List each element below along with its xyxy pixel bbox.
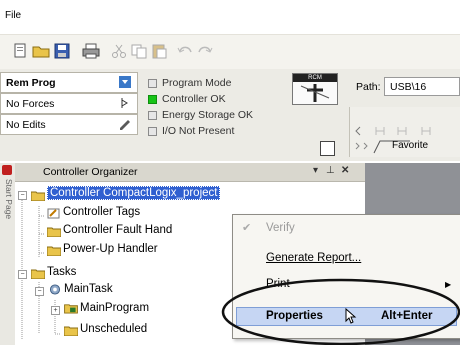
redo-icon[interactable]	[196, 43, 214, 59]
tags-icon	[47, 208, 60, 219]
menu-bar: File	[0, 0, 460, 34]
folder-icon	[31, 269, 45, 279]
tree-main-task[interactable]: MainTask	[48, 283, 113, 295]
expand-toggle[interactable]: −	[35, 287, 44, 296]
tree-controller-tags[interactable]: Controller Tags	[47, 206, 141, 219]
controller-icon[interactable]	[320, 141, 335, 156]
tree-label: MainProgram	[80, 302, 150, 314]
key-icon	[300, 84, 330, 102]
folder-icon	[47, 246, 61, 256]
menu-item-properties[interactable]: Properties	[266, 310, 323, 322]
folder-icon	[31, 191, 45, 201]
folder-icon	[47, 227, 61, 237]
controller-status-panel: Rem Prog No Forces No Edits Program Mode…	[0, 69, 460, 161]
mode-box[interactable]: Rem Prog	[0, 72, 138, 93]
tree-power-up-handler[interactable]: Power-Up Handler	[47, 243, 158, 256]
open-folder-icon[interactable]	[32, 43, 50, 59]
undo-icon[interactable]	[176, 43, 194, 59]
properties-shortcut: Alt+Enter	[381, 310, 433, 322]
task-gear-icon	[49, 284, 61, 295]
organizer-title-bar: Controller Organizer ▾ ⊥ ✕	[15, 163, 365, 182]
organizer-title: Controller Organizer	[43, 166, 138, 178]
verify-icon: ✔	[242, 222, 252, 234]
start-page-label: Start Page	[4, 179, 14, 220]
tree-label: Tasks	[47, 266, 77, 278]
dropdown-icon[interactable]: ▾	[313, 165, 318, 176]
paste-icon[interactable]	[150, 43, 168, 59]
indicator-label: Energy Storage OK	[162, 109, 254, 121]
start-page-icon	[2, 165, 12, 175]
close-icon[interactable]: ✕	[341, 165, 349, 176]
tree-label: Unscheduled	[80, 323, 148, 335]
path-label: Path:	[356, 81, 381, 93]
new-file-icon[interactable]	[11, 43, 29, 59]
mouse-cursor-icon	[345, 307, 357, 324]
tree-controller-fault-handler[interactable]: Controller Fault Hand	[47, 224, 173, 237]
menu-item-generate-report[interactable]: Generate Report...	[266, 252, 361, 264]
keyswitch[interactable]: RCM	[292, 73, 338, 105]
toolbar	[0, 34, 460, 70]
expand-toggle[interactable]: +	[51, 306, 60, 315]
copy-icon[interactable]	[130, 43, 148, 59]
menu-item-verify[interactable]: Verify	[266, 222, 295, 234]
indicator-label: Program Mode	[162, 77, 232, 89]
edits-box[interactable]: No Edits	[0, 114, 138, 135]
program-folder-icon	[64, 304, 78, 314]
forces-arrow-icon[interactable]	[119, 97, 131, 109]
expand-toggle[interactable]: −	[18, 270, 27, 279]
tree-label: Controller Tags	[63, 206, 141, 218]
tree-label: MainTask	[64, 283, 113, 295]
pin-icon[interactable]: ⊥	[326, 165, 335, 176]
indicator-label: I/O Not Present	[162, 125, 235, 137]
forces-box[interactable]: No Forces	[0, 93, 138, 114]
path-field[interactable]: USB\16	[384, 77, 460, 96]
indicator-label: Controller OK	[162, 93, 226, 105]
favorites-tab[interactable]: Favorite	[392, 140, 428, 151]
tree-label: Power-Up Handler	[63, 243, 158, 255]
submenu-arrow-icon: ▶	[445, 280, 452, 289]
menu-file[interactable]: File	[5, 10, 21, 21]
tree-main-program[interactable]: MainProgram	[64, 302, 149, 314]
keyswitch-label: RCM	[293, 74, 337, 82]
tree-controller[interactable]: Controller CompactLogix_project	[31, 186, 221, 201]
cut-icon[interactable]	[110, 43, 128, 59]
forces-label: No Forces	[6, 98, 55, 110]
tree-label: Controller Fault Hand	[63, 224, 173, 236]
start-page-tab[interactable]: Start Page	[0, 163, 16, 345]
tree-tasks[interactable]: Tasks	[31, 266, 77, 279]
print-icon[interactable]	[82, 43, 100, 59]
folder-icon	[64, 326, 78, 336]
edits-label: No Edits	[6, 119, 46, 131]
tree-label: Controller CompactLogix_project	[47, 186, 221, 200]
mode-dropdown-icon[interactable]	[119, 76, 131, 88]
mode-label: Rem Prog	[6, 77, 56, 89]
menu-item-print[interactable]: Print	[266, 278, 290, 290]
path-value: USB\16	[390, 81, 427, 93]
save-icon[interactable]	[53, 43, 71, 59]
expand-toggle[interactable]: −	[18, 191, 27, 200]
tree-unscheduled[interactable]: Unscheduled	[64, 323, 148, 336]
edits-icon[interactable]	[119, 118, 131, 130]
ladder-toolbar: Favorite	[349, 107, 460, 157]
